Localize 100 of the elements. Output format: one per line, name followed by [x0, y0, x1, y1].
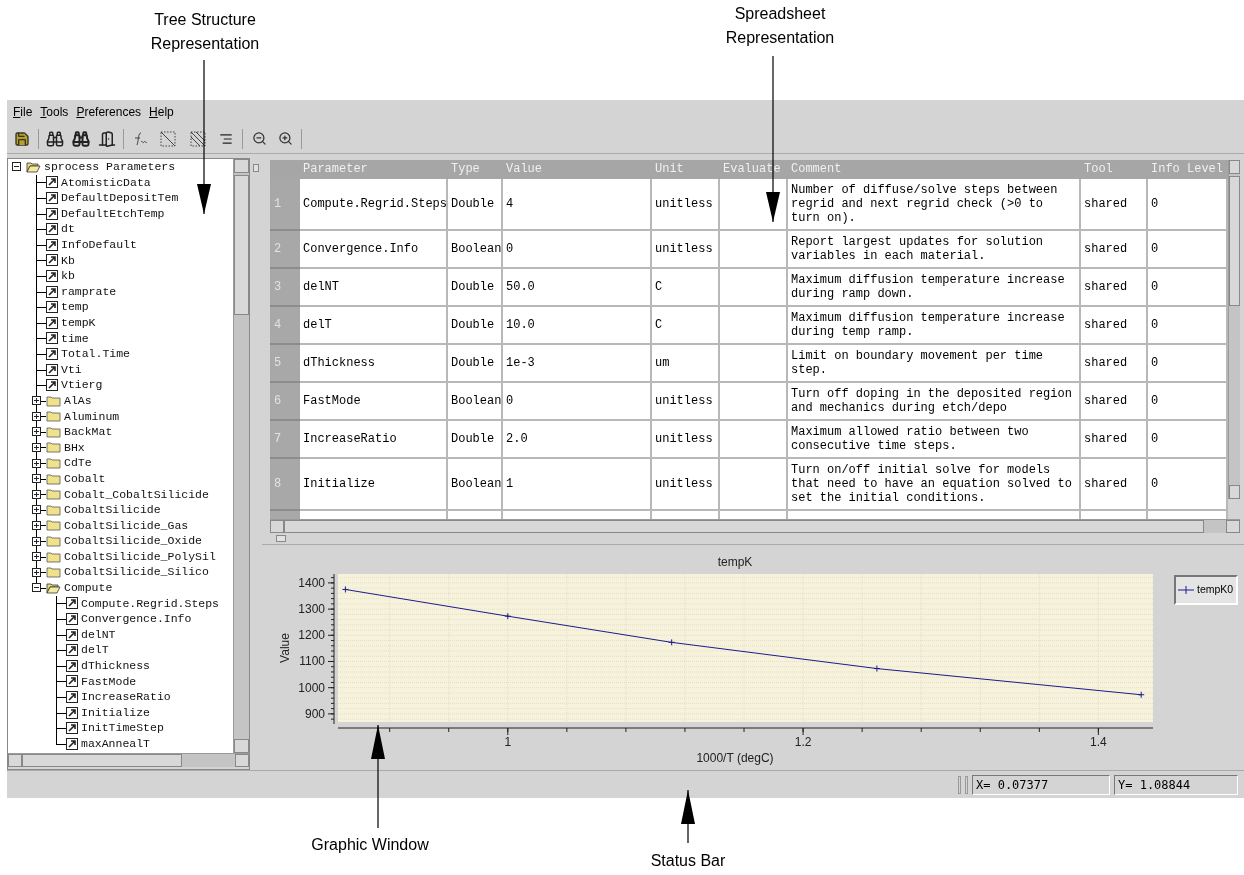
tree-item-label[interactable]: Vti [61, 363, 82, 376]
tree-item-label[interactable]: Cobalt_CobaltSilicide [64, 488, 209, 500]
menu-item[interactable]: Tools [37, 103, 72, 121]
expand-icon[interactable] [32, 520, 41, 530]
table-cell: 0 [1148, 231, 1228, 269]
table-cell: C [652, 269, 720, 307]
tree-item-label[interactable]: delT [81, 644, 109, 656]
table-cell: shared [1081, 231, 1148, 269]
tree-item-label[interactable]: sprocess Parameters [44, 161, 176, 173]
arrow-box-icon [46, 207, 58, 220]
table-cell: um [652, 345, 720, 383]
tree-item-label[interactable]: Convergence.Info [81, 613, 192, 625]
tree-item-label[interactable]: CobaltSilicide [64, 504, 161, 516]
collapse-icon[interactable] [12, 162, 21, 172]
table-cell: 0 [1148, 307, 1228, 345]
tree-item-label[interactable]: AtomisticData [61, 176, 151, 189]
table-cell: 1 [503, 459, 652, 511]
tree-item-label[interactable]: temp [61, 301, 89, 313]
table-cell: shared [1081, 179, 1148, 231]
table-cell: delNT [300, 269, 448, 307]
expand-icon[interactable] [32, 536, 41, 546]
table-cell: unitless [652, 459, 720, 511]
table-cell: Boolean [448, 383, 503, 421]
tree-item-label[interactable]: Total.Time [61, 348, 130, 360]
vertical-scrollbar[interactable] [1228, 160, 1240, 499]
tree-item-label[interactable]: Initialize [81, 706, 150, 719]
tree-item-label[interactable]: CobaltSilicide_Oxide [64, 535, 203, 547]
table-cell: dThickness [300, 345, 448, 383]
tree-item-label[interactable]: DefaultEtchTemp [61, 207, 165, 220]
arrow-box-icon [46, 316, 58, 329]
tree-item-label[interactable]: maxAnnealT [81, 738, 150, 750]
row-number: 4 [270, 307, 300, 345]
tree-item-label[interactable]: BackMat [64, 426, 113, 438]
x-tick-label: 1.4 [1090, 735, 1107, 749]
tree-item-label[interactable]: delNT [81, 628, 116, 641]
horizontal-scrollbar[interactable] [8, 753, 249, 767]
table-cell: unitless [652, 383, 720, 421]
expand-icon[interactable] [32, 427, 41, 437]
tree-item-label[interactable]: dThickness [81, 660, 150, 672]
expand-icon[interactable] [32, 443, 41, 452]
tree-item-label[interactable]: tempK [61, 317, 96, 329]
table-cell: 1e-3 [503, 345, 652, 383]
table-cell: Limit on boundary movement per time step. [788, 345, 1081, 383]
expand-icon[interactable] [32, 489, 41, 499]
expand-icon[interactable] [32, 458, 41, 468]
folder-icon [46, 488, 61, 501]
tree-item-label[interactable]: Vtierg [61, 379, 103, 391]
expand-icon[interactable] [32, 505, 41, 515]
menu-item[interactable]: Help [146, 103, 177, 121]
row-number: 3 [270, 269, 300, 307]
legend-line-icon [1178, 586, 1194, 594]
table-cell [720, 269, 788, 307]
y-axis-label: Value [278, 633, 292, 663]
expand-icon[interactable] [32, 411, 41, 421]
table-cell: Double [448, 421, 503, 459]
floppy-icon [14, 130, 30, 147]
tree-item-label[interactable]: CobaltSilicide_Gas [64, 519, 189, 532]
expand-icon[interactable] [32, 474, 41, 484]
tree-item-label[interactable]: AlAs [64, 394, 92, 407]
table-cell: IncreaseRatio [300, 421, 448, 459]
splitter-handle[interactable] [253, 164, 259, 172]
tree-item-label[interactable]: CdTe [64, 457, 92, 469]
tree-item-label[interactable]: BHx [64, 441, 85, 454]
expand-icon[interactable] [32, 567, 41, 577]
tree-item-label[interactable]: Cobalt [64, 472, 106, 485]
table-cell: Double [448, 269, 503, 307]
table-cell: C [652, 307, 720, 345]
hatched-square-icon [190, 130, 206, 147]
expand-icon[interactable] [32, 552, 41, 562]
callout-label: Graphic Window [310, 835, 430, 855]
tree-item-label[interactable]: Compute [64, 582, 113, 594]
menu-item[interactable]: File [10, 103, 36, 121]
expand-icon[interactable] [32, 396, 41, 406]
arrow-box-icon [46, 347, 58, 360]
tree-item-label[interactable]: IncreaseRatio [81, 691, 171, 703]
horizontal-scrollbar[interactable] [270, 519, 1240, 533]
tree-item-label[interactable]: kb [61, 270, 75, 282]
tree-item-label[interactable]: InfoDefault [61, 239, 137, 251]
tree-item-label[interactable]: dt [61, 223, 75, 235]
tree-item-label[interactable]: Compute.Regrid.Steps [81, 597, 220, 610]
table-cell: unitless [652, 421, 720, 459]
collapse-icon[interactable] [32, 583, 41, 593]
y-tick-label: 1000 [298, 680, 325, 695]
arrow-box-icon [66, 659, 78, 672]
tree-item-label[interactable]: FastMode [81, 675, 137, 688]
vertical-scrollbar[interactable] [233, 159, 249, 753]
tree-item-label[interactable]: time [61, 332, 89, 345]
tree-item-label[interactable]: DefaultDepositTem [61, 192, 179, 204]
table-cell [720, 231, 788, 269]
tree-item-label[interactable]: Kb [61, 254, 75, 267]
tree-item-label[interactable]: InitTimeStep [81, 722, 164, 734]
callout-arrow [681, 789, 695, 844]
table-cell: shared [1081, 383, 1148, 421]
tree-item-label[interactable]: CobaltSilicide_PolySil [64, 550, 216, 563]
menu-item[interactable]: Preferences [73, 103, 145, 121]
table-cell: 0 [503, 383, 652, 421]
splitter-handle[interactable] [276, 535, 286, 542]
tree-item-label[interactable]: ramprate [61, 285, 117, 298]
tree-item-label[interactable]: CobaltSilicide_Silico [64, 566, 209, 578]
tree-item-label[interactable]: Aluminum [64, 410, 120, 423]
